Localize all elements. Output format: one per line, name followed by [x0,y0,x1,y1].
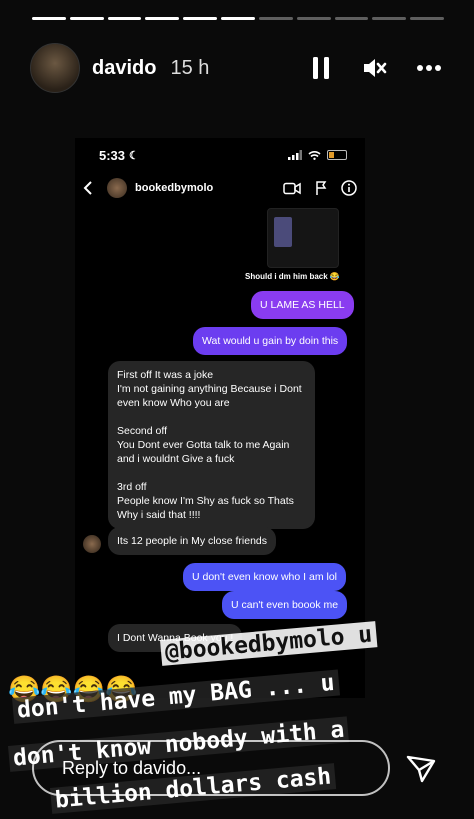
more-icon[interactable] [414,53,444,83]
progress-segment [145,17,180,20]
shared-image-thumbnail [267,208,339,268]
progress-segment [69,17,104,20]
message-bubble: U can't even boook me [222,591,348,619]
progress-segment [410,17,444,20]
status-time: 5:33 [99,147,126,163]
story-header: davido 15 h [30,40,444,96]
sender-avatar [83,535,101,553]
progress-segment [221,17,255,20]
flag-icon [316,180,327,195]
video-call-icon [283,182,301,194]
progress-segment [296,17,331,20]
dm-header: bookedbymolo [83,176,357,200]
mute-icon[interactable] [360,53,390,83]
story-progress-bar [32,17,444,20]
overlay-line-text: @bookedbymolo u [160,621,378,666]
wifi-icon [308,151,321,160]
time-ago: 15 h [170,56,210,79]
progress-segment [258,17,293,20]
dm-username: bookedbymolo [135,182,214,194]
battery-icon [327,150,347,160]
avatar[interactable] [30,43,80,93]
send-icon[interactable] [400,748,442,790]
message-bubble: U don't even know who I am lol [183,563,346,591]
message-bubble: First off It was a joke I'm not gaining … [108,361,315,529]
progress-segment [107,17,142,20]
dm-avatar [107,178,127,198]
progress-segment [183,17,218,20]
progress-segment [334,17,369,20]
message-bubble: Wat would u gain by doin this [193,327,348,355]
username[interactable]: davido [92,57,156,80]
dm-screenshot: 5:33 ☾ bookedbymolo Should i dm him back… [75,138,365,698]
overlay-line: @bookedbymolo u [160,621,378,666]
info-icon [341,180,357,196]
pause-icon[interactable] [306,53,336,83]
moon-icon: ☾ [129,149,139,162]
reply-input[interactable]: Reply to davido... [32,740,390,796]
message-bubble: U LAME AS HELL [251,291,354,319]
message-bubble: Its 12 people in My close friends [108,527,276,555]
signal-icon [288,150,302,160]
progress-segment [32,17,66,20]
story-viewer[interactable]: davido 15 h 5:33 ☾ bookedbymolo Should i… [0,0,474,819]
shared-image-caption: Should i dm him back 😂 [245,272,340,281]
reply-placeholder: Reply to davido... [62,757,202,778]
progress-segment [372,17,407,20]
back-icon [83,181,92,195]
status-bar: 5:33 ☾ [99,147,347,163]
